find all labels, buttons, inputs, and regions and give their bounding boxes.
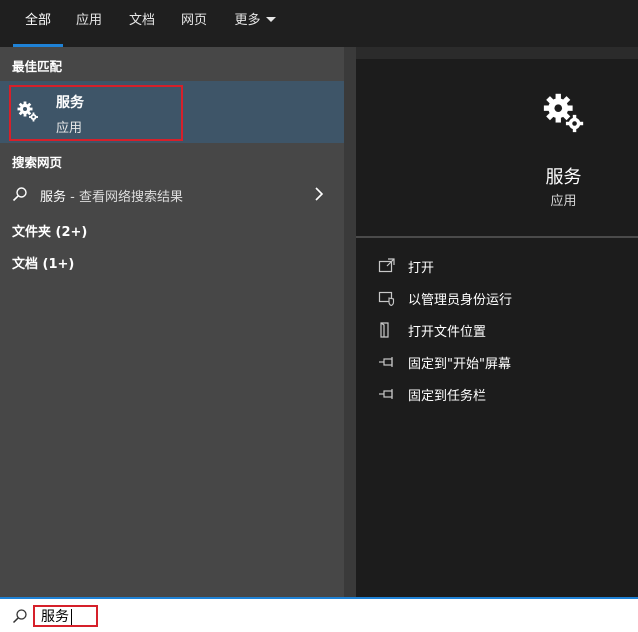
pin-icon bbox=[379, 357, 393, 367]
detail-subtitle: 应用 bbox=[550, 194, 577, 209]
search-icon bbox=[12, 187, 27, 202]
action-open-file-location[interactable]: 打开文件位置 bbox=[378, 319, 628, 341]
open-icon bbox=[378, 258, 395, 273]
section-search-web: 搜索网页 bbox=[12, 155, 63, 170]
tab-apps[interactable]: 应用 bbox=[69, 0, 109, 47]
tab-more[interactable]: 更多 bbox=[228, 0, 282, 47]
gear-icon bbox=[543, 93, 584, 133]
action-label: 固定到"开始"屏幕 bbox=[408, 357, 511, 372]
search-bar[interactable]: 服务 bbox=[0, 597, 638, 632]
web-search-query: 服务 bbox=[40, 190, 67, 205]
gear-icon bbox=[17, 101, 38, 122]
search-query: 服务 bbox=[41, 609, 69, 625]
results-pane: 最佳匹配 服务 应用 搜索网页 服务 - 查看网络搜索结果 文件夹 (2+) 文… bbox=[0, 47, 344, 597]
action-pin-to-start[interactable]: 固定到"开始"屏幕 bbox=[378, 351, 628, 373]
best-match-result[interactable]: 服务 应用 bbox=[0, 81, 344, 143]
best-match-title: 服务 bbox=[56, 95, 84, 111]
action-pin-to-taskbar[interactable]: 固定到任务栏 bbox=[378, 383, 628, 405]
chevron-down-icon bbox=[265, 17, 276, 22]
section-best-match: 最佳匹配 bbox=[12, 59, 63, 74]
file-location-icon bbox=[380, 322, 389, 338]
search-icon bbox=[12, 609, 27, 624]
text-cursor bbox=[71, 609, 72, 625]
detail-pane: 服务 应用 打开 以管理员身份运行 打开文件位置 固定到"开始"屏幕 固定到任务… bbox=[356, 59, 638, 597]
web-search-suffix: - 查看网络搜索结果 bbox=[66, 190, 183, 205]
group-documents[interactable]: 文档 (1+) bbox=[12, 253, 74, 272]
filter-tab-bar: 全部 应用 文档 网页 更多 bbox=[0, 0, 638, 47]
action-label: 打开文件位置 bbox=[408, 325, 487, 340]
group-folders[interactable]: 文件夹 (2+) bbox=[12, 221, 87, 240]
divider bbox=[356, 236, 638, 238]
chevron-right-icon[interactable] bbox=[312, 186, 326, 202]
action-label: 以管理员身份运行 bbox=[408, 293, 513, 308]
tab-all[interactable]: 全部 bbox=[13, 0, 63, 47]
pane-divider bbox=[344, 47, 356, 597]
web-search-result[interactable]: 服务 - 查看网络搜索结果 bbox=[0, 177, 344, 211]
search-input[interactable]: 服务 bbox=[33, 605, 98, 627]
run-as-admin-icon bbox=[378, 291, 395, 306]
tab-web[interactable]: 网页 bbox=[174, 0, 214, 47]
action-label: 固定到任务栏 bbox=[408, 389, 487, 404]
best-match-subtitle: 应用 bbox=[56, 121, 83, 136]
action-run-as-admin[interactable]: 以管理员身份运行 bbox=[378, 287, 628, 309]
detail-title: 服务 bbox=[545, 167, 582, 188]
tab-documents[interactable]: 文档 bbox=[122, 0, 162, 47]
action-label: 打开 bbox=[408, 261, 435, 276]
pin-icon bbox=[379, 389, 393, 399]
action-open[interactable]: 打开 bbox=[378, 255, 628, 277]
